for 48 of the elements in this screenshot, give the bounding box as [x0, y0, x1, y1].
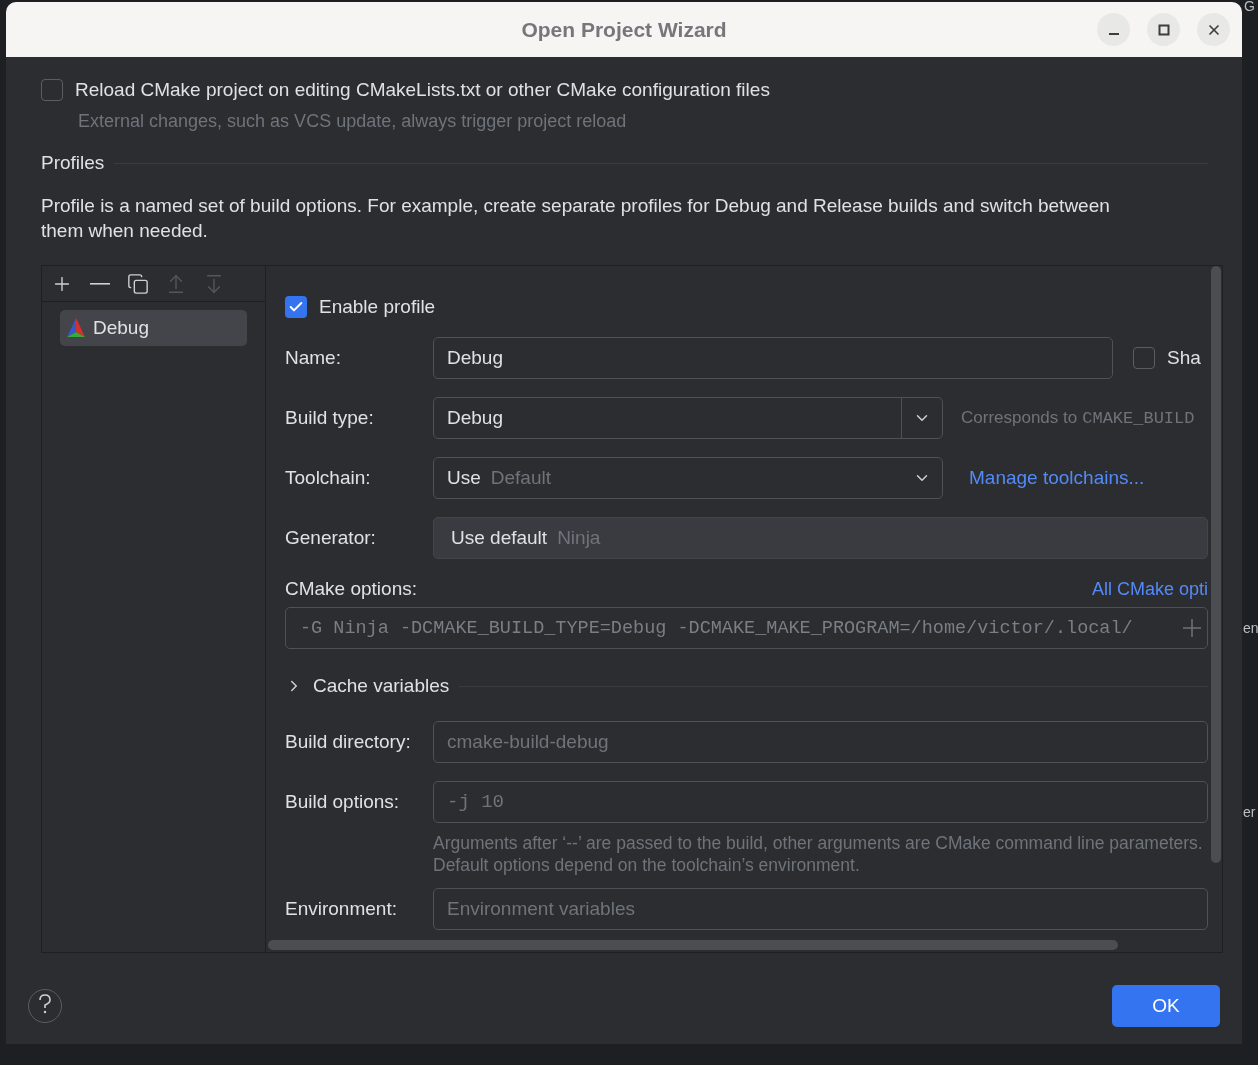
environment-field[interactable]: Environment variables: [433, 888, 1208, 930]
build-directory-field[interactable]: cmake-build-debug: [433, 721, 1208, 763]
build-options-field[interactable]: -j 10: [433, 781, 1208, 823]
remove-icon: [90, 282, 110, 285]
checkbox[interactable]: [285, 296, 307, 318]
field-label: Build options:: [285, 791, 401, 813]
checkbox-label: Enable profile: [319, 296, 436, 318]
build-type-dropdown[interactable]: Debug: [433, 397, 943, 439]
checkbox[interactable]: [1133, 347, 1155, 369]
field-label: Build type:: [285, 407, 375, 429]
background-text: en: [1243, 620, 1258, 636]
field-label: Toolchain:: [285, 467, 372, 489]
copy-button[interactable]: [126, 271, 150, 296]
manage-toolchains-link[interactable]: Manage toolchains...: [969, 467, 1145, 489]
profile-item[interactable]: Debug: [60, 310, 247, 346]
field-label: Build directory:: [285, 731, 412, 753]
triangle-logo-icon: [65, 317, 87, 339]
checkbox[interactable]: [41, 79, 63, 101]
field-label: Environment:: [285, 898, 398, 920]
question-mark-icon: [38, 993, 52, 1014]
description-text: Profile is a named set of build options. For example, create separate profiles for Debug and Release builds and switch between them when needed.: [41, 194, 1111, 243]
hint-text: External changes, such as VCS update, always trigger project reload: [78, 111, 628, 132]
maximize-icon: [1157, 23, 1170, 36]
expand-icon: [1183, 619, 1201, 637]
window-title: Open Project Wizard: [521, 17, 727, 42]
hint-text: Corresponds to: [961, 408, 1078, 428]
close-button[interactable]: [1197, 13, 1230, 46]
checkbox-label: Sha: [1167, 347, 1201, 369]
field-label: Name:: [285, 347, 342, 369]
checkbox-label: Reload CMake project on editing CMakeLists.txt or other CMake configuration files: [75, 79, 770, 101]
minimize-icon: [1108, 32, 1119, 35]
toolchain-dropdown[interactable]: Use Default: [433, 457, 943, 499]
scrollbar[interactable]: [268, 940, 1118, 950]
ok-button[interactable]: OK: [1112, 985, 1220, 1027]
background-text: G: [1244, 0, 1255, 14]
all-cmake-options-link[interactable]: All CMake opti: [1091, 578, 1208, 600]
field-label: CMake options:: [285, 578, 417, 600]
field-label: Generator:: [285, 527, 377, 549]
section-title: Profiles: [41, 152, 105, 174]
maximize-button[interactable]: [1147, 13, 1180, 46]
code-text: CMAKE_BUILD: [1082, 408, 1195, 428]
name-field[interactable]: Debug: [433, 337, 1113, 379]
cache-variables-toggle[interactable]: Cache variables: [285, 675, 450, 697]
copy-icon: [127, 272, 149, 295]
generator-field[interactable]: Use default Ninja: [433, 517, 1208, 559]
scrollbar[interactable]: [1211, 266, 1221, 863]
background-text: er: [1243, 804, 1256, 820]
hint-text: Arguments after ‘--’ are passed to the build, other arguments are CMake command line parameters. Default options depend on the toolchain’s environment.: [433, 832, 1203, 876]
